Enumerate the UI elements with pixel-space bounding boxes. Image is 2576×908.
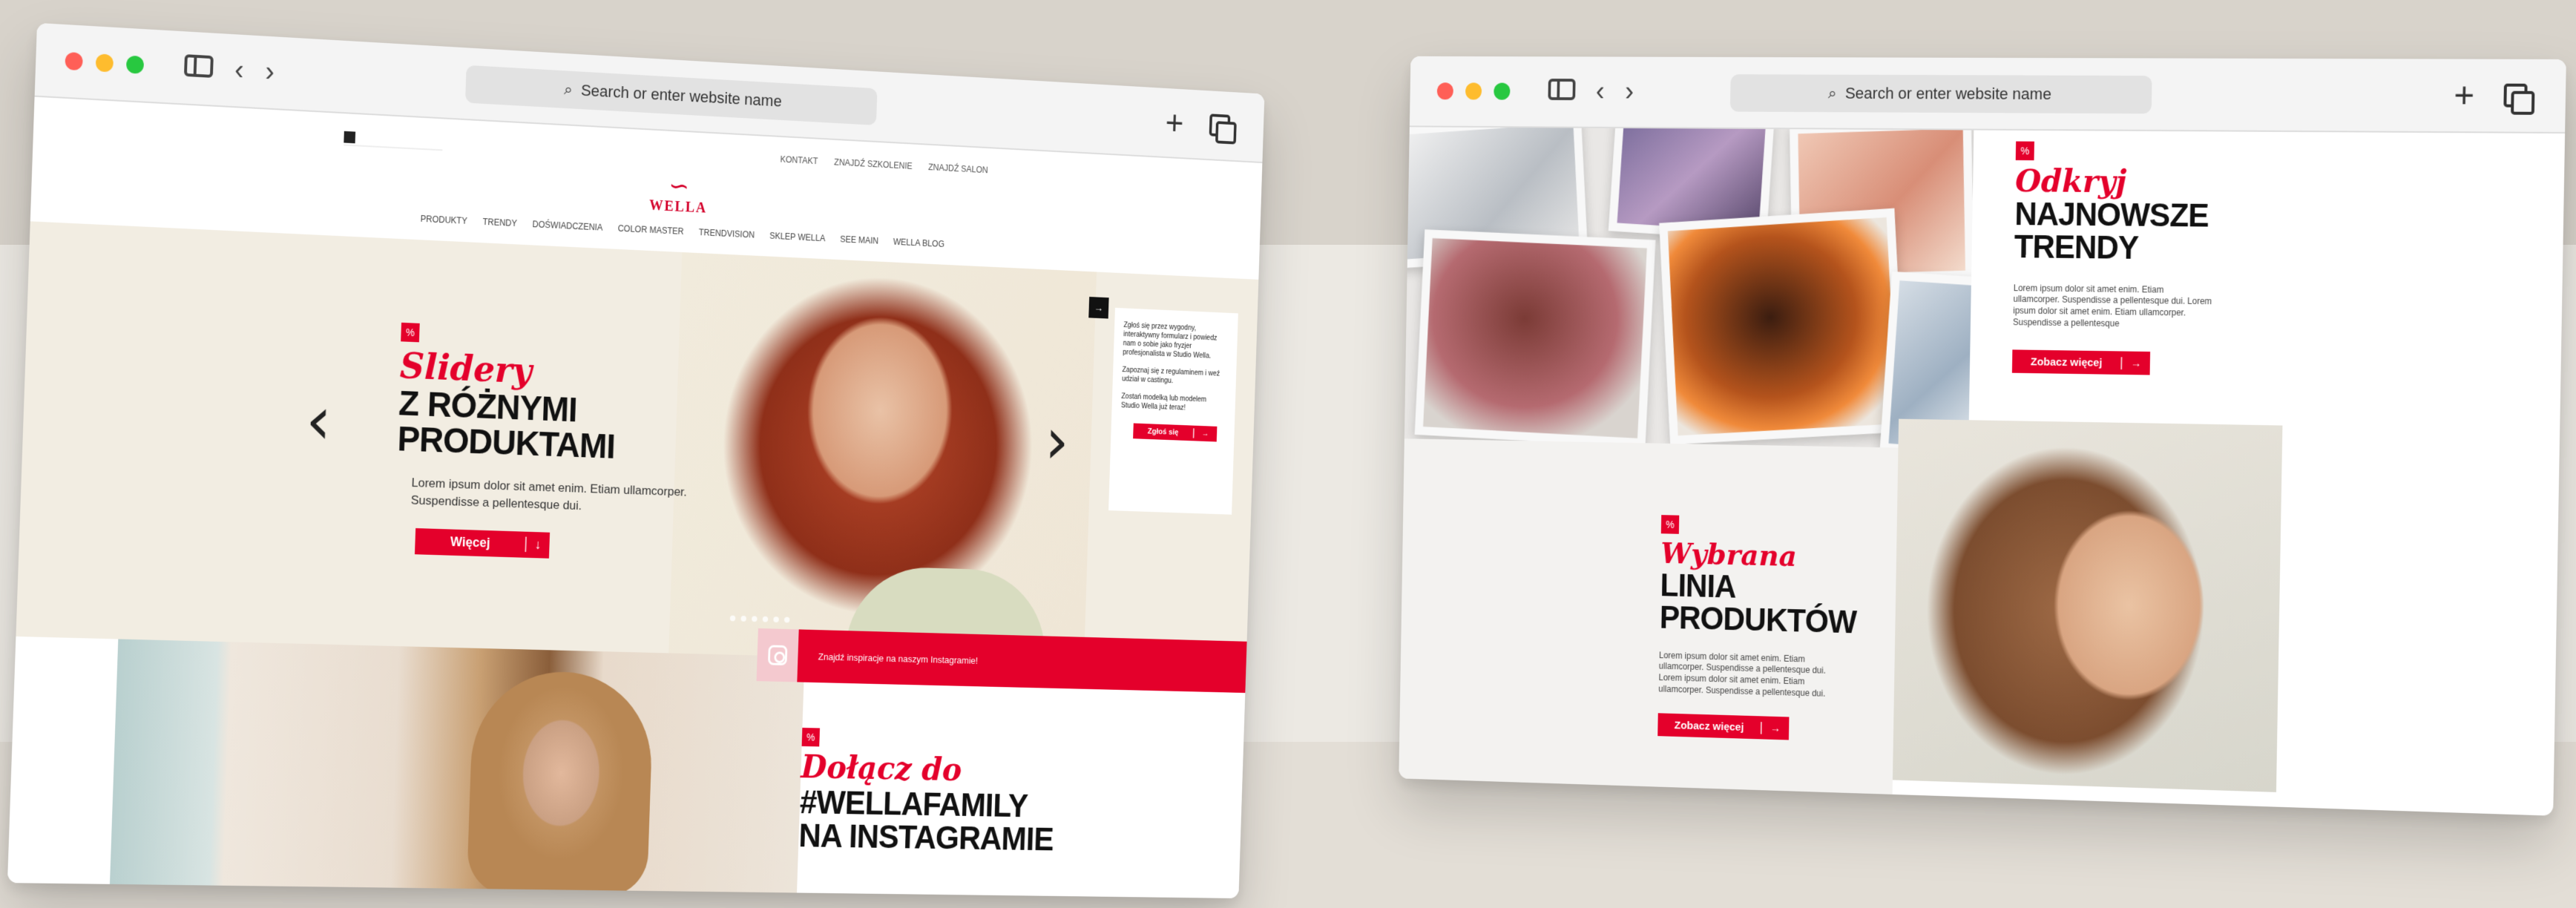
- site-search-input[interactable]: [344, 129, 444, 151]
- selected-line-model-photo: [1892, 418, 2283, 792]
- minimize-window-button[interactable]: [95, 53, 114, 73]
- trends-headline-line2: TRENDY: [2014, 228, 2139, 266]
- slider-dot[interactable]: [773, 616, 779, 623]
- section-badge-icon: %: [2015, 141, 2034, 161]
- collage-photo-copper: [1659, 208, 1906, 445]
- slider-dot[interactable]: [740, 615, 747, 622]
- browser-toolbar: ‹ › ⌕ Search or enter website name +: [1409, 56, 2566, 134]
- utility-link-training[interactable]: ZNAJDŹ SZKOLENIE: [834, 157, 913, 171]
- selected-body-text: Lorem ipsum dolor sit amet enim. Etiam u…: [1658, 650, 1826, 699]
- selected-line-section: % Wybrana LINIA PRODUKTÓW Lorem ipsum do…: [1399, 438, 1899, 794]
- hero-body-text: Lorem ipsum dolor sit amet enim. Etiam u…: [410, 476, 688, 513]
- nav-item-experiences[interactable]: DOŚWIADCZENIA: [532, 219, 602, 232]
- section-badge-icon: %: [401, 322, 420, 343]
- hero-text-block: % Slidery Z RÓŻNYMI PRODUKTAMI Lorem ips…: [393, 322, 693, 562]
- selected-line-text-block: % Wybrana LINIA PRODUKTÓW Lorem ipsum do…: [1657, 515, 1897, 743]
- forward-icon[interactable]: ›: [1625, 77, 1634, 108]
- nav-item-see-main[interactable]: SEE MAIN: [840, 234, 878, 246]
- section-badge-icon: %: [801, 727, 821, 747]
- slider-dot[interactable]: [762, 616, 769, 622]
- utility-links: KONTAKT ZNAJDŹ SZKOLENIE ZNAJDŹ SALON: [780, 154, 988, 175]
- nav-item-color-master[interactable]: COLOR MASTER: [617, 223, 683, 237]
- slider-dot[interactable]: [783, 616, 790, 623]
- selected-headline-line2: PRODUKTÓW: [1659, 599, 1857, 641]
- utility-link-salon[interactable]: ZNAJDŹ SALON: [928, 162, 988, 176]
- nav-item-trends[interactable]: TRENDY: [482, 217, 517, 228]
- address-bar[interactable]: ⌕ Search or enter website name: [464, 65, 878, 125]
- hair-trends-collage: [1404, 127, 1974, 450]
- nav-item-products[interactable]: PRODUKTY: [420, 214, 467, 226]
- wella-swirl-icon: ∽: [668, 170, 690, 201]
- address-placeholder: Search or enter website name: [580, 81, 783, 111]
- trends-body-text: Lorem ipsum dolor sit amet enim. Etiam u…: [2012, 283, 2212, 329]
- panel-apply-button[interactable]: Zgłoś się →: [1133, 423, 1218, 442]
- panel-toggle-icon[interactable]: →: [1088, 297, 1109, 319]
- new-tab-icon[interactable]: +: [1165, 105, 1184, 142]
- back-icon[interactable]: ‹: [234, 55, 245, 86]
- instagram-section: Znajdź inspiracje na naszym Instagramie!…: [7, 628, 1247, 899]
- close-window-button[interactable]: [1436, 82, 1453, 100]
- search-icon: ⌕: [563, 79, 574, 99]
- right-browser-window: ‹ › ⌕ Search or enter website name + % O…: [1399, 56, 2566, 816]
- search-icon: [344, 131, 356, 144]
- panel-paragraph-2: Zapoznaj się z regulaminem i weź udział …: [1121, 366, 1220, 385]
- panel-paragraph-3: Zostań modelką lub modelem Studio Wella …: [1120, 392, 1207, 412]
- utility-link-contact[interactable]: KONTAKT: [780, 154, 818, 166]
- window-controls: [65, 51, 145, 74]
- trends-headline-line1: NAJNOWSZE: [2014, 196, 2209, 234]
- arrow-right-icon: →: [1192, 428, 1218, 439]
- collage-photo-rose: [1414, 229, 1656, 447]
- window-controls: [1436, 82, 1511, 100]
- sidebar-toggle-icon[interactable]: [183, 53, 214, 83]
- instagram-photo: [109, 639, 805, 899]
- section-badge-icon: %: [1660, 515, 1680, 534]
- hero-slider: ‹ › % Slidery Z RÓŻNYMI PRODUKTAMI Lorem…: [16, 221, 1259, 668]
- back-icon[interactable]: ‹: [1596, 76, 1605, 106]
- tab-overview-icon[interactable]: [2503, 84, 2529, 109]
- instagram-model-face: [466, 670, 654, 897]
- trends-text-block: % Odkryj NAJNOWSZE TRENDY Lorem ipsum do…: [2011, 141, 2287, 378]
- forward-icon[interactable]: ›: [265, 56, 275, 88]
- slider-dot[interactable]: [752, 616, 758, 622]
- left-browser-window: ‹ › ⌕ Search or enter website name + KON…: [7, 22, 1265, 899]
- address-bar[interactable]: ⌕ Search or enter website name: [1729, 74, 2152, 114]
- selected-see-more-button[interactable]: Zobacz więcej →: [1657, 713, 1790, 740]
- sidebar-toggle-icon[interactable]: [1548, 78, 1576, 105]
- nav-item-blog[interactable]: WELLA BLOG: [893, 237, 944, 249]
- nav-item-trendvision[interactable]: TRENDVISION: [699, 227, 755, 240]
- maximize-window-button[interactable]: [125, 55, 145, 74]
- instagram-text-block: % Dołącz do #WELLAFAMILY NA INSTAGRAMIE: [798, 727, 1147, 858]
- slider-prev-icon[interactable]: ‹: [304, 382, 332, 460]
- casting-side-panel: → Zgłoś się przez wygodny, interaktywny …: [1088, 297, 1238, 515]
- hero-more-button[interactable]: Więcej ↓: [414, 527, 550, 559]
- arrow-right-icon: →: [1760, 721, 1790, 735]
- trends-script-title: Odkryj: [2014, 162, 2127, 200]
- search-icon: ⌕: [1827, 84, 1837, 102]
- trends-see-more-button[interactable]: Zobacz więcej →: [2011, 349, 2150, 375]
- arrow-down-icon: ↓: [525, 536, 550, 553]
- slider-dot[interactable]: [729, 615, 736, 622]
- slider-next-icon[interactable]: ›: [1044, 404, 1070, 478]
- panel-paragraph-1: Zgłoś się przez wygodny, interaktywny fo…: [1123, 321, 1218, 361]
- minimize-window-button[interactable]: [1465, 82, 1482, 100]
- arrow-right-icon: →: [2120, 356, 2150, 370]
- address-placeholder: Search or enter website name: [1844, 84, 2052, 103]
- maximize-window-button[interactable]: [1494, 82, 1511, 100]
- wella-logo[interactable]: ∽ WELLA: [649, 170, 709, 217]
- tab-overview-icon[interactable]: [1209, 114, 1232, 138]
- instagram-icon: [756, 628, 799, 682]
- instagram-headline-line2: NA INSTAGRAMIE: [798, 816, 1054, 858]
- nav-item-shop[interactable]: SKLEP WELLA: [769, 231, 826, 243]
- new-tab-icon[interactable]: +: [2454, 76, 2475, 115]
- close-window-button[interactable]: [65, 51, 83, 71]
- instagram-banner-text: Znajdź inspiracje na naszym Instagramie!: [818, 651, 979, 666]
